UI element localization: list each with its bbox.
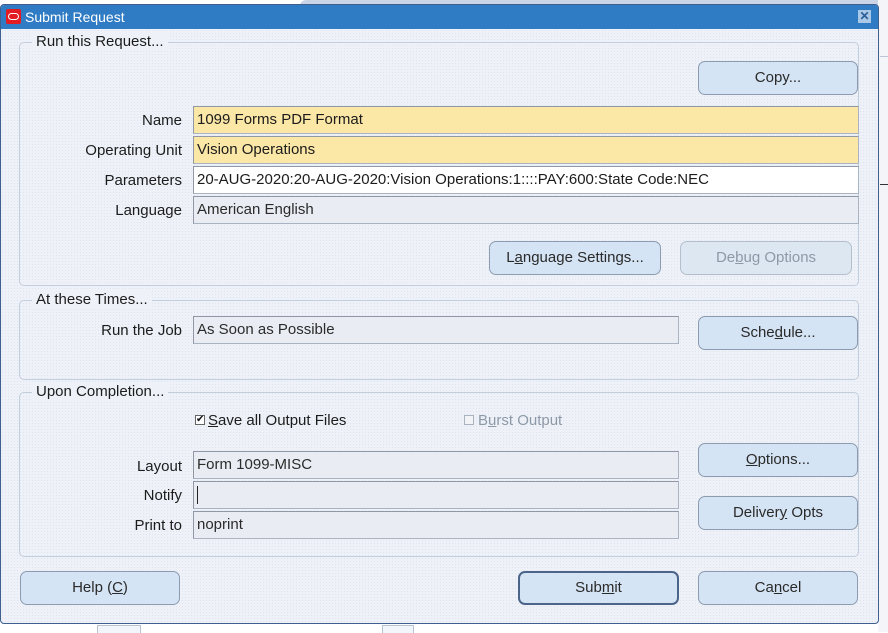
help-button[interactable]: Help (C) <box>20 571 180 605</box>
options-button[interactable]: Options... <box>698 443 858 477</box>
notify-label: Notify <box>143 487 182 504</box>
language-settings-button[interactable]: Language Settings... <box>489 241 661 275</box>
close-icon[interactable]: ✕ <box>858 10 871 23</box>
schedule-button[interactable]: Schedule... <box>698 316 858 350</box>
copy-button[interactable]: Copy... <box>698 61 858 95</box>
text-cursor <box>197 486 198 505</box>
name-label: Name <box>141 112 182 129</box>
group-title-run-request: Run this Request... <box>32 33 168 50</box>
background-window <box>878 0 888 632</box>
window-title: Submit Request <box>25 9 125 25</box>
debug-options-button[interactable]: Debug Options <box>680 241 852 275</box>
group-title-at-these-times: At these Times... <box>32 291 152 308</box>
run-the-job-label: Run the Job <box>101 322 182 339</box>
print-to-label: Print to <box>134 517 182 534</box>
submit-button[interactable]: Submit <box>518 571 679 605</box>
run-the-job-field[interactable]: As Soon as Possible <box>193 316 679 344</box>
operating-unit-label: Operating Unit <box>85 142 182 159</box>
layout-field[interactable]: Form 1099-MISC <box>193 451 679 479</box>
background-divider <box>880 184 888 185</box>
name-field[interactable]: 1099 Forms PDF Format <box>193 106 859 134</box>
oracle-logo-icon <box>6 9 21 24</box>
layout-label: Layout <box>136 458 182 475</box>
burst-output-label[interactable]: Burst Output <box>478 412 562 429</box>
submit-request-dialog: Submit Request ✕ Run this Request... Cop… <box>0 4 879 624</box>
operating-unit-field[interactable]: Vision Operations <box>193 136 859 164</box>
notify-field[interactable] <box>193 481 679 509</box>
parameters-field[interactable]: 20-AUG-2020:20-AUG-2020:Vision Operation… <box>193 166 859 194</box>
save-output-label[interactable]: Save all Output Files <box>208 412 346 429</box>
parameters-label: Parameters <box>104 172 182 189</box>
save-output-checkbox[interactable]: ✔ <box>195 415 205 425</box>
print-to-field[interactable]: noprint <box>193 511 679 539</box>
cancel-button[interactable]: Cancel <box>698 571 858 605</box>
language-label: Language <box>115 202 182 219</box>
background-divider <box>880 56 888 57</box>
group-title-upon-completion: Upon Completion... <box>32 383 169 400</box>
language-field[interactable]: American English <box>193 196 859 224</box>
delivery-opts-button[interactable]: Delivery Opts <box>698 496 858 530</box>
title-bar[interactable]: Submit Request ✕ <box>1 5 878 29</box>
burst-output-checkbox[interactable] <box>464 415 474 425</box>
